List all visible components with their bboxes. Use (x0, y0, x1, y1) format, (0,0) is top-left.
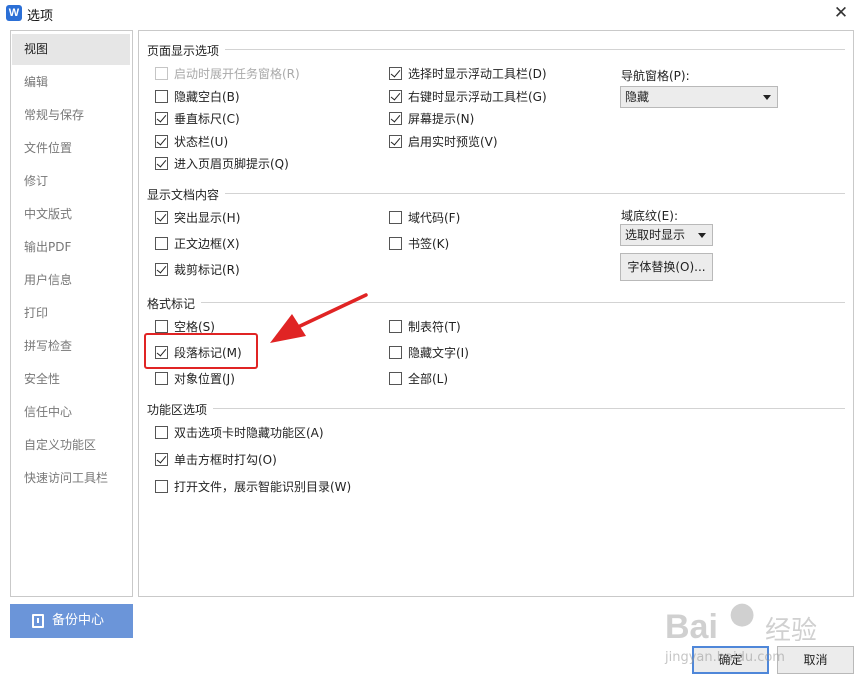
option-screen-tips[interactable]: 屏幕提示(N) (389, 111, 474, 129)
option-crop-marks[interactable]: 裁剪标记(R) (155, 262, 240, 280)
option-vertical-ruler[interactable]: 垂直标尺(C) (155, 111, 240, 129)
checkbox-checked[interactable] (389, 112, 402, 125)
sidebar-item-revision[interactable]: 修订 (12, 166, 130, 197)
title-bar: W 选项 ✕ (0, 0, 865, 26)
checkbox-checked[interactable] (155, 263, 168, 276)
sidebar-item-print[interactable]: 打印 (12, 298, 130, 329)
backup-icon (32, 614, 44, 628)
sidebar-item-output-pdf[interactable]: 输出PDF (12, 232, 130, 263)
section-divider (225, 49, 845, 50)
option-hidden-text[interactable]: 隐藏文字(I) (389, 345, 469, 363)
option-smart-toc[interactable]: 打开文件，展示智能识别目录(W) (155, 479, 351, 497)
sidebar-item-trust-center[interactable]: 信任中心 (12, 397, 130, 428)
option-expand-task-pane[interactable]: 启动时展开任务窗格(R) (155, 66, 300, 84)
watermark-brand: Bai (665, 608, 718, 646)
options-content-panel: 页面显示选项 启动时展开任务窗格(R) 隐藏空白(B) 垂直标尺(C) 状态栏(… (138, 30, 854, 597)
section-title-ribbon: 功能区选项 (147, 401, 212, 418)
option-text-border[interactable]: 正文边框(X) (155, 236, 240, 254)
checkbox-unchecked[interactable] (155, 237, 168, 250)
option-field-codes[interactable]: 域代码(F) (389, 210, 460, 228)
option-dblclick-hide-ribbon[interactable]: 双击选项卡时隐藏功能区(A) (155, 425, 324, 443)
checkbox-unchecked[interactable] (155, 372, 168, 385)
option-hide-blank[interactable]: 隐藏空白(B) (155, 89, 240, 107)
option-object-anchors[interactable]: 对象位置(J) (155, 371, 235, 389)
sidebar-item-custom-ribbon[interactable]: 自定义功能区 (12, 430, 130, 461)
checkbox-unchecked[interactable] (155, 67, 168, 80)
field-shading-label: 域底纹(E): (621, 209, 678, 223)
close-icon[interactable]: ✕ (831, 3, 851, 23)
wps-writer-icon: W (6, 5, 22, 21)
option-click-box-check[interactable]: 单击方框时打勾(O) (155, 452, 277, 470)
cancel-button[interactable]: 取消 (777, 646, 854, 674)
nav-pane-value: 隐藏 (625, 90, 650, 104)
checkbox-checked[interactable] (389, 90, 402, 103)
checkbox-unchecked[interactable] (389, 346, 402, 359)
sidebar-item-file-location[interactable]: 文件位置 (12, 133, 130, 164)
section-divider (225, 193, 845, 194)
window-title: 选项 (27, 9, 54, 24)
annotation-highlight-box (144, 333, 258, 369)
nav-pane-select[interactable]: 隐藏 (620, 86, 778, 108)
field-shading-value: 选取时显示 (625, 228, 686, 242)
section-title-doc-content: 显示文档内容 (147, 186, 224, 203)
checkbox-checked[interactable] (389, 135, 402, 148)
checkbox-unchecked[interactable] (155, 320, 168, 333)
checkbox-unchecked[interactable] (389, 372, 402, 385)
checkbox-checked[interactable] (155, 453, 168, 466)
watermark-brand-2: 经验 (765, 616, 818, 646)
sidebar-item-spell-check[interactable]: 拼写检查 (12, 331, 130, 362)
option-live-preview[interactable]: 启用实时预览(V) (389, 134, 498, 152)
arrow-annotation (270, 293, 368, 343)
sidebar-item-chinese-layout[interactable]: 中文版式 (12, 199, 130, 230)
option-bookmarks[interactable]: 书签(K) (389, 236, 449, 254)
checkbox-unchecked[interactable] (389, 211, 402, 224)
sidebar-item-user-info[interactable]: 用户信息 (12, 265, 130, 296)
sidebar-item-security[interactable]: 安全性 (12, 364, 130, 395)
section-divider (213, 408, 845, 409)
checkbox-checked[interactable] (155, 157, 168, 170)
ok-button[interactable]: 确定 (692, 646, 769, 674)
checkbox-unchecked[interactable] (155, 90, 168, 103)
checkbox-unchecked[interactable] (155, 480, 168, 493)
checkbox-unchecked[interactable] (389, 320, 402, 333)
section-title-format-marks: 格式标记 (147, 295, 200, 312)
nav-pane-label: 导航窗格(P): (621, 69, 690, 83)
chevron-down-icon (698, 233, 706, 238)
checkbox-checked[interactable] (389, 67, 402, 80)
option-header-footer-hint[interactable]: 进入页眉页脚提示(Q) (155, 156, 289, 174)
field-shading-select[interactable]: 选取时显示 (620, 224, 713, 246)
option-tab-characters[interactable]: 制表符(T) (389, 319, 461, 337)
sidebar-item-general-save[interactable]: 常规与保存 (12, 100, 130, 131)
watermark-paw-icon: ● (729, 596, 756, 631)
option-all-marks[interactable]: 全部(L) (389, 371, 448, 389)
checkbox-checked[interactable] (155, 135, 168, 148)
checkbox-unchecked[interactable] (389, 237, 402, 250)
section-title-page-display: 页面显示选项 (147, 42, 224, 59)
backup-center-button[interactable]: 备份中心 (10, 604, 133, 638)
font-replace-button[interactable]: 字体替换(O)... (620, 253, 713, 281)
checkbox-checked[interactable] (155, 112, 168, 125)
sidebar-item-edit[interactable]: 编辑 (12, 67, 130, 98)
checkbox-checked[interactable] (155, 211, 168, 224)
option-select-float-toolbar[interactable]: 选择时显示浮动工具栏(D) (389, 66, 547, 84)
option-status-bar[interactable]: 状态栏(U) (155, 134, 228, 152)
option-highlight[interactable]: 突出显示(H) (155, 210, 240, 228)
option-rightclick-float-toolbar[interactable]: 右键时显示浮动工具栏(G) (389, 89, 547, 107)
options-sidebar: 视图 编辑 常规与保存 文件位置 修订 中文版式 输出PDF 用户信息 打印 拼… (10, 30, 133, 597)
backup-center-label: 备份中心 (52, 613, 105, 628)
checkbox-unchecked[interactable] (155, 426, 168, 439)
sidebar-item-quick-access[interactable]: 快速访问工具栏 (12, 463, 130, 494)
chevron-down-icon (763, 95, 771, 100)
sidebar-item-view[interactable]: 视图 (12, 34, 130, 65)
